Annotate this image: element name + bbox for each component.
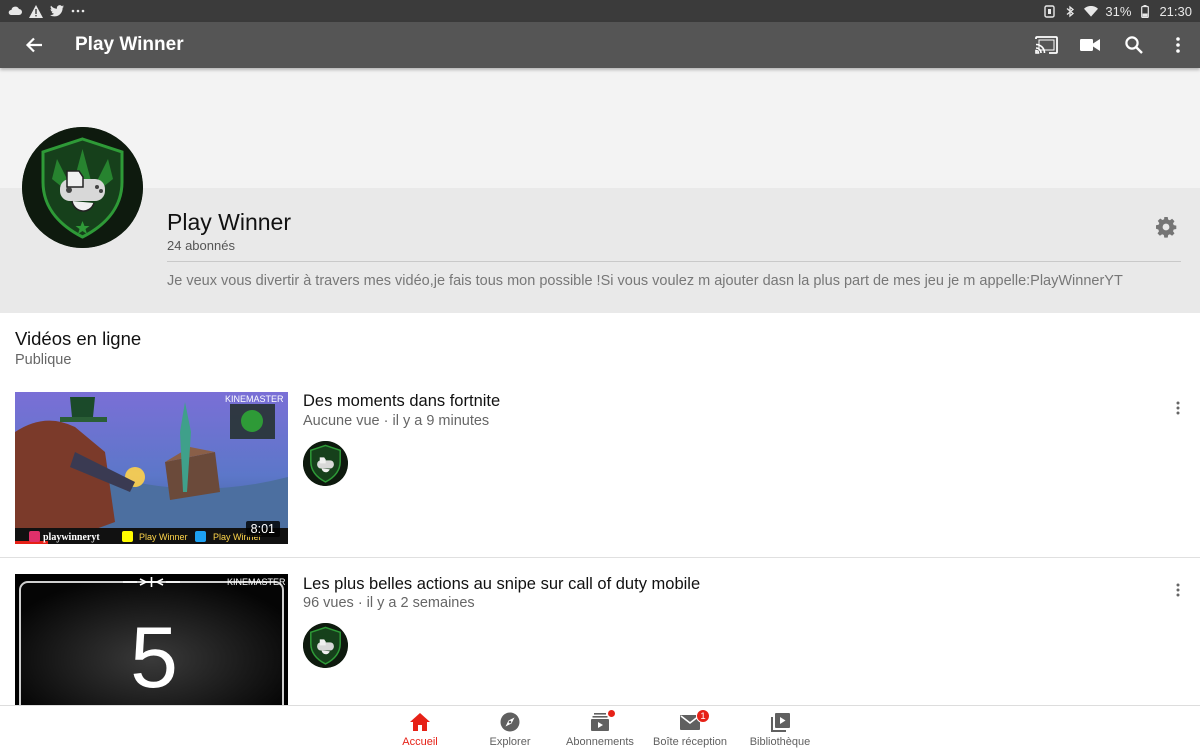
- thumb-big-number: 5: [130, 610, 178, 706]
- status-bar: 31% 21:30: [0, 0, 1200, 22]
- search-button[interactable]: [1112, 22, 1156, 68]
- more-vertical-icon: [1176, 401, 1180, 415]
- video-thumbnail[interactable]: KINEMASTER playwinneryt Play Winner Play…: [15, 392, 288, 544]
- subscriptions-icon: [589, 710, 615, 733]
- video-title[interactable]: Les plus belles actions au snipe sur cal…: [303, 575, 700, 594]
- channel-logo-icon: [22, 127, 143, 248]
- nav-item-library[interactable]: Bibliothèque: [735, 706, 825, 750]
- video-item: KINEMASTER playwinneryt Play Winner Play…: [0, 392, 1200, 558]
- inbox-icon: 1: [679, 709, 710, 733]
- nav-item-explore[interactable]: Explorer: [465, 706, 555, 750]
- video-thumbnail[interactable]: KINEMASTER 5: [15, 574, 288, 726]
- video-menu-button[interactable]: [1166, 396, 1190, 420]
- wifi-icon: [1084, 4, 1099, 18]
- channel-avatar[interactable]: [22, 127, 143, 248]
- video-meta: Aucune vue · il y a 9 minutes: [303, 413, 490, 429]
- channel-info-divider: [167, 261, 1181, 262]
- status-bar-left: [8, 4, 85, 18]
- nfc-icon: [1042, 4, 1056, 18]
- channel-logo-icon: [303, 441, 348, 486]
- video-camera-icon: [1080, 39, 1100, 51]
- app-bar: Play Winner: [0, 22, 1200, 68]
- more-dots-icon: [71, 4, 85, 18]
- thumb-social-2: Play Winner: [139, 532, 188, 542]
- nav-label: Accueil: [402, 736, 438, 748]
- notification-badge: 1: [696, 709, 710, 723]
- notification-dot: [608, 710, 615, 717]
- battery-icon: [1138, 4, 1152, 18]
- nav-label: Abonnements: [566, 736, 634, 748]
- watermark-text: KINEMASTER: [225, 394, 284, 404]
- nav-label: Bibliothèque: [749, 736, 811, 748]
- video-channel-avatar[interactable]: [303, 441, 348, 486]
- subscriber-count: 24 abonnés: [167, 238, 235, 253]
- video-channel-avatar[interactable]: [303, 623, 348, 668]
- channel-settings-button[interactable]: [1154, 215, 1178, 239]
- bottom-navigation: Accueil Explorer Abonnements 1 Boîte réc…: [0, 705, 1200, 750]
- cod-thumbnail-image: KINEMASTER 5: [15, 574, 288, 726]
- gear-icon: [1156, 217, 1177, 238]
- warning-icon: [29, 4, 43, 18]
- video-divider: [0, 557, 1200, 558]
- nav-label: Boîte réception: [653, 736, 727, 748]
- upload-video-button[interactable]: [1068, 22, 1112, 68]
- overflow-menu-button[interactable]: [1156, 22, 1200, 68]
- cast-icon: [1034, 36, 1058, 54]
- cast-button[interactable]: [1024, 22, 1068, 68]
- clock: 21:30: [1159, 3, 1192, 19]
- app-bar-title: Play Winner: [75, 34, 184, 55]
- back-button[interactable]: [0, 22, 68, 68]
- library-icon: [769, 711, 791, 733]
- section-title: Vidéos en ligne: [15, 328, 142, 349]
- channel-name: Play Winner: [167, 209, 291, 235]
- channel-banner: [0, 68, 1200, 188]
- home-icon: [409, 711, 431, 733]
- nav-item-inbox[interactable]: 1 Boîte réception: [645, 706, 735, 750]
- section-subtitle: Publique: [15, 352, 72, 368]
- twitter-icon: [50, 4, 64, 18]
- video-title[interactable]: Des moments dans fortnite: [303, 392, 500, 411]
- video-duration: 8:01: [245, 521, 280, 537]
- channel-logo-icon: [303, 623, 348, 668]
- status-bar-right: 31% 21:30: [1042, 4, 1192, 19]
- battery-percent: 31%: [1105, 3, 1132, 19]
- nav-label: Explorer: [489, 736, 531, 748]
- app-bar-actions: [1024, 22, 1200, 68]
- compass-icon: [499, 711, 521, 733]
- watermark-text: KINEMASTER: [227, 577, 286, 587]
- search-icon: [1125, 36, 1143, 54]
- nav-item-subscriptions[interactable]: Abonnements: [555, 706, 645, 750]
- video-menu-button[interactable]: [1166, 578, 1190, 602]
- arrow-left-icon: [25, 37, 42, 53]
- channel-description: Je veux vous divertir à travers mes vidé…: [167, 273, 1123, 289]
- more-vertical-icon: [1176, 37, 1180, 53]
- cloud-icon: [8, 4, 22, 18]
- video-meta: 96 vues · il y a 2 semaines: [303, 595, 475, 611]
- nav-item-home[interactable]: Accueil: [375, 706, 465, 750]
- more-vertical-icon: [1176, 583, 1180, 597]
- bluetooth-icon: [1063, 4, 1077, 18]
- thumb-social-1: playwinneryt: [43, 532, 100, 543]
